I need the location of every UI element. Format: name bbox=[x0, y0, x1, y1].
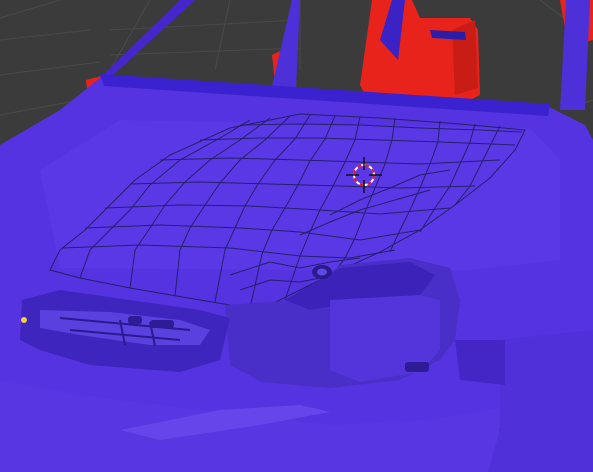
right-fender-dark bbox=[455, 340, 505, 385]
hood-surface bbox=[40, 120, 560, 270]
intake-pipe-inner bbox=[317, 268, 327, 276]
3d-viewport[interactable] bbox=[0, 0, 593, 472]
origin-point bbox=[21, 317, 27, 323]
